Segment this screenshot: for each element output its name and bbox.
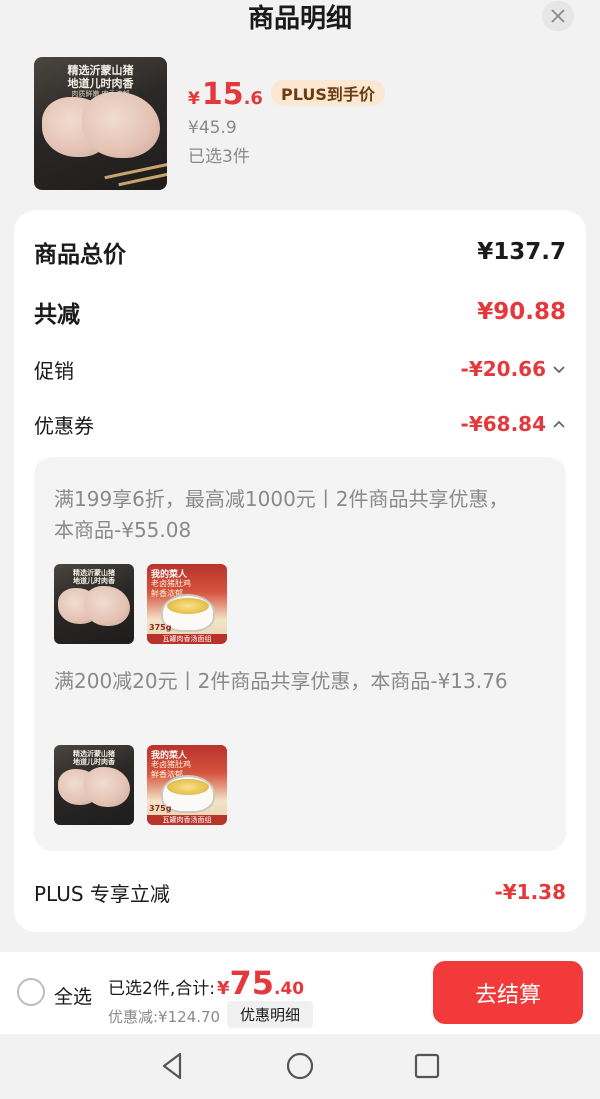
soup-shape xyxy=(167,779,209,795)
price-breakdown-card: 商品总价 ¥137.7 共减 ¥90.88 促销 -¥20.66 优惠券 -¥6… xyxy=(14,210,586,932)
coupon-value: -¥68.84 xyxy=(460,412,546,436)
price-decimal: .6 xyxy=(243,88,263,109)
reduce-value: ¥90.88 xyxy=(477,299,566,325)
coupon-label: 优惠券 xyxy=(34,413,94,438)
meat-shape xyxy=(84,586,130,626)
promo-value-wrap: -¥20.66 xyxy=(461,357,566,381)
coupon-detail-box: 满199享6折，最高减1000元丨2件商品共享优惠，本商品-¥55.08 精选沂… xyxy=(34,457,566,851)
chevron-down-icon xyxy=(553,366,565,374)
reduce-row: 共减 ¥90.88 xyxy=(34,294,566,330)
plus-discount-row: PLUS 专享立减 -¥1.38 xyxy=(34,875,566,909)
sum-label: 已选2件,合计: xyxy=(108,979,215,999)
coupon-item-thumbnail: 我的菜人 老卤猪肚鸡 鲜香浓郁 375g 瓦罐肉香汤面组 xyxy=(147,745,227,825)
system-nav-bar xyxy=(0,1034,600,1099)
back-nav-icon[interactable] xyxy=(156,1050,188,1082)
coupon-description: 满199享6折，最高减1000元丨2件商品共享优惠，本商品-¥55.08 xyxy=(54,487,509,542)
thumb-weight: 375g xyxy=(149,623,172,632)
thumb-caption: 精选沂蒙山猪 地道儿时肉香 xyxy=(59,568,129,585)
product-thumbnail[interactable]: 精选沂蒙山猪 地道儿时肉香 肉质鲜嫩 肉香浓郁 xyxy=(34,57,167,190)
price-symbol: ¥ xyxy=(188,89,200,109)
sum-integer: 75 xyxy=(229,964,275,1002)
thumb-caption-line: 地道儿时肉香 xyxy=(73,575,115,585)
original-price: ¥45.9 xyxy=(188,118,237,138)
coupon-row[interactable]: 优惠券 -¥68.84 xyxy=(34,407,566,441)
recents-nav-icon[interactable] xyxy=(411,1050,443,1082)
thumb-caption-line: 老卤猪肚鸡 xyxy=(151,760,191,769)
sheet-title: 商品明细 xyxy=(247,4,352,34)
selected-count: 已选3件 xyxy=(188,147,250,167)
coupon-item-thumbnail: 精选沂蒙山猪 地道儿时肉香 xyxy=(54,745,134,825)
total-row: 商品总价 ¥137.7 xyxy=(34,234,566,270)
home-nav-icon[interactable] xyxy=(284,1050,316,1082)
meat-shape xyxy=(84,767,130,807)
discount-detail-button[interactable]: 优惠明细 xyxy=(227,1001,313,1028)
checkout-button[interactable]: 去结算 xyxy=(433,961,583,1024)
close-button[interactable] xyxy=(542,1,574,31)
total-label: 商品总价 xyxy=(34,242,126,268)
promo-value: -¥20.66 xyxy=(460,357,546,381)
checkout-bar: 全选 已选2件,合计: ¥ 75 .40 优惠减:¥124.70 优惠明细 去结… xyxy=(0,952,600,1034)
thumb-weight: 375g xyxy=(149,804,172,813)
thumb-bottom-label: 瓦罐肉香汤面组 xyxy=(147,815,227,825)
plus-price: ¥ 15 .6 PLUS到手价 xyxy=(188,77,385,112)
plus-discount-value: -¥1.38 xyxy=(494,880,566,904)
sum-decimal: .40 xyxy=(274,979,305,999)
product-info: ¥ 15 .6 PLUS到手价 ¥45.9 已选3件 xyxy=(188,77,385,167)
thumb-caption: 精选沂蒙山猪 地道儿时肉香 肉质鲜嫩 肉香浓郁 xyxy=(42,63,159,99)
soup-shape xyxy=(167,598,209,614)
total-summary: 已选2件,合计: ¥ 75 .40 xyxy=(108,964,304,1002)
thumb-caption-line: 地道儿时肉香 xyxy=(67,76,134,90)
coupon-description: 满200减20元丨2件商品共享优惠，本商品-¥13.76 xyxy=(54,669,508,693)
product-summary: 精选沂蒙山猪 地道儿时肉香 肉质鲜嫩 肉香浓郁 ¥ 15 .6 PLUS到手价 … xyxy=(34,57,574,191)
price-integer: 15 xyxy=(201,77,244,112)
thumb-caption-line: 地道儿时肉香 xyxy=(73,756,115,766)
thumb-caption-line: 肉质鲜嫩 肉香浓郁 xyxy=(71,90,130,99)
coupon-item-thumbnail: 我的菜人 老卤猪肚鸡 鲜香浓郁 375g 瓦罐肉香汤面组 xyxy=(147,564,227,644)
promo-label: 促销 xyxy=(34,358,74,383)
product-detail-sheet: 商品明细 精选沂蒙山猪 地道儿时肉香 肉质鲜嫩 肉香浓郁 ¥ 15 .6 PLU xyxy=(0,0,600,952)
close-icon xyxy=(551,9,565,23)
coupon-item-thumbnail: 精选沂蒙山猪 地道儿时肉香 xyxy=(54,564,134,644)
select-all-radio[interactable] xyxy=(17,978,45,1006)
sheet-header: 商品明细 xyxy=(0,0,600,36)
meat-shape xyxy=(82,92,160,158)
thumb-caption-line: 精选沂蒙山猪 xyxy=(67,63,134,77)
reduce-label: 共减 xyxy=(34,302,80,328)
discount-amount: 优惠减:¥124.70 xyxy=(108,1008,221,1026)
thumb-caption: 精选沂蒙山猪 地道儿时肉香 xyxy=(59,749,129,766)
chevron-up-icon xyxy=(553,420,565,428)
coupon-value-wrap: -¥68.84 xyxy=(461,412,566,436)
sum-symbol: ¥ xyxy=(216,978,230,999)
plus-discount-label: PLUS 专享立减 xyxy=(34,881,170,906)
plus-price-tag: PLUS到手价 xyxy=(270,80,385,106)
promo-row[interactable]: 促销 -¥20.66 xyxy=(34,352,566,386)
select-all-label[interactable]: 全选 xyxy=(54,982,92,1009)
thumb-bottom-label: 瓦罐肉香汤面组 xyxy=(147,634,227,644)
total-value: ¥137.7 xyxy=(477,239,566,265)
thumb-caption-line: 老卤猪肚鸡 xyxy=(151,579,191,588)
